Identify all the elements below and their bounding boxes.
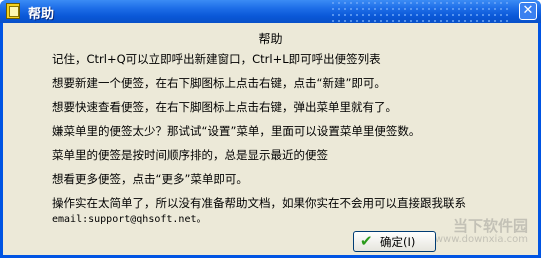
help-line-2: 想要新建一个便签，在右下脚图标上点击右键，点击“新建”即可。 bbox=[52, 76, 386, 90]
ok-button-label: 确定(I) bbox=[380, 235, 416, 249]
check-icon: ✔ bbox=[360, 232, 373, 250]
help-line-7: 操作实在太简单了，所以没有准备帮助文档，如果你实在不会用可以直接跟我联系 bbox=[52, 196, 466, 210]
help-line-6: 想看更多便签，点击“更多”菜单即可。 bbox=[52, 172, 248, 186]
window-title: 帮助 bbox=[28, 7, 55, 22]
help-line-5: 菜单里的便签是按时间顺序排的，总是显示最近的便签 bbox=[52, 148, 328, 162]
dialog-body: 帮助 记住，Ctrl+Q可以立即呼出新建窗口，Ctrl+L即可呼出便签列表 想要… bbox=[3, 23, 538, 255]
title-bar[interactable]: 帮助 ✕ bbox=[0, 0, 541, 23]
help-line-1: 记住，Ctrl+Q可以立即呼出新建窗口，Ctrl+L即可呼出便签列表 bbox=[52, 52, 381, 66]
notepad-icon bbox=[6, 3, 20, 19]
titlebar-pattern bbox=[330, 0, 510, 23]
ok-button[interactable]: ✔ 确定(I) bbox=[353, 231, 436, 252]
close-button[interactable]: ✕ bbox=[519, 2, 537, 20]
watermark: 当下软件园 www.downxia.com bbox=[435, 219, 528, 247]
close-icon: ✕ bbox=[522, 3, 534, 18]
watermark-line-2: www.downxia.com bbox=[434, 234, 528, 245]
help-dialog-window: 帮助 ✕ 帮助 记住，Ctrl+Q可以立即呼出新建窗口，Ctrl+L即可呼出便签… bbox=[0, 0, 541, 258]
help-line-3: 想要快速查看便签，在右下脚图标上点击右键，弹出菜单里就有了。 bbox=[52, 100, 397, 114]
help-line-4: 嫌菜单里的便签太少？那试试“设置”菜单，里面可以设置菜单里便签数。 bbox=[52, 124, 421, 138]
support-email: email:support@qhsoft.net。 bbox=[52, 214, 207, 225]
dialog-heading: 帮助 bbox=[258, 32, 283, 46]
